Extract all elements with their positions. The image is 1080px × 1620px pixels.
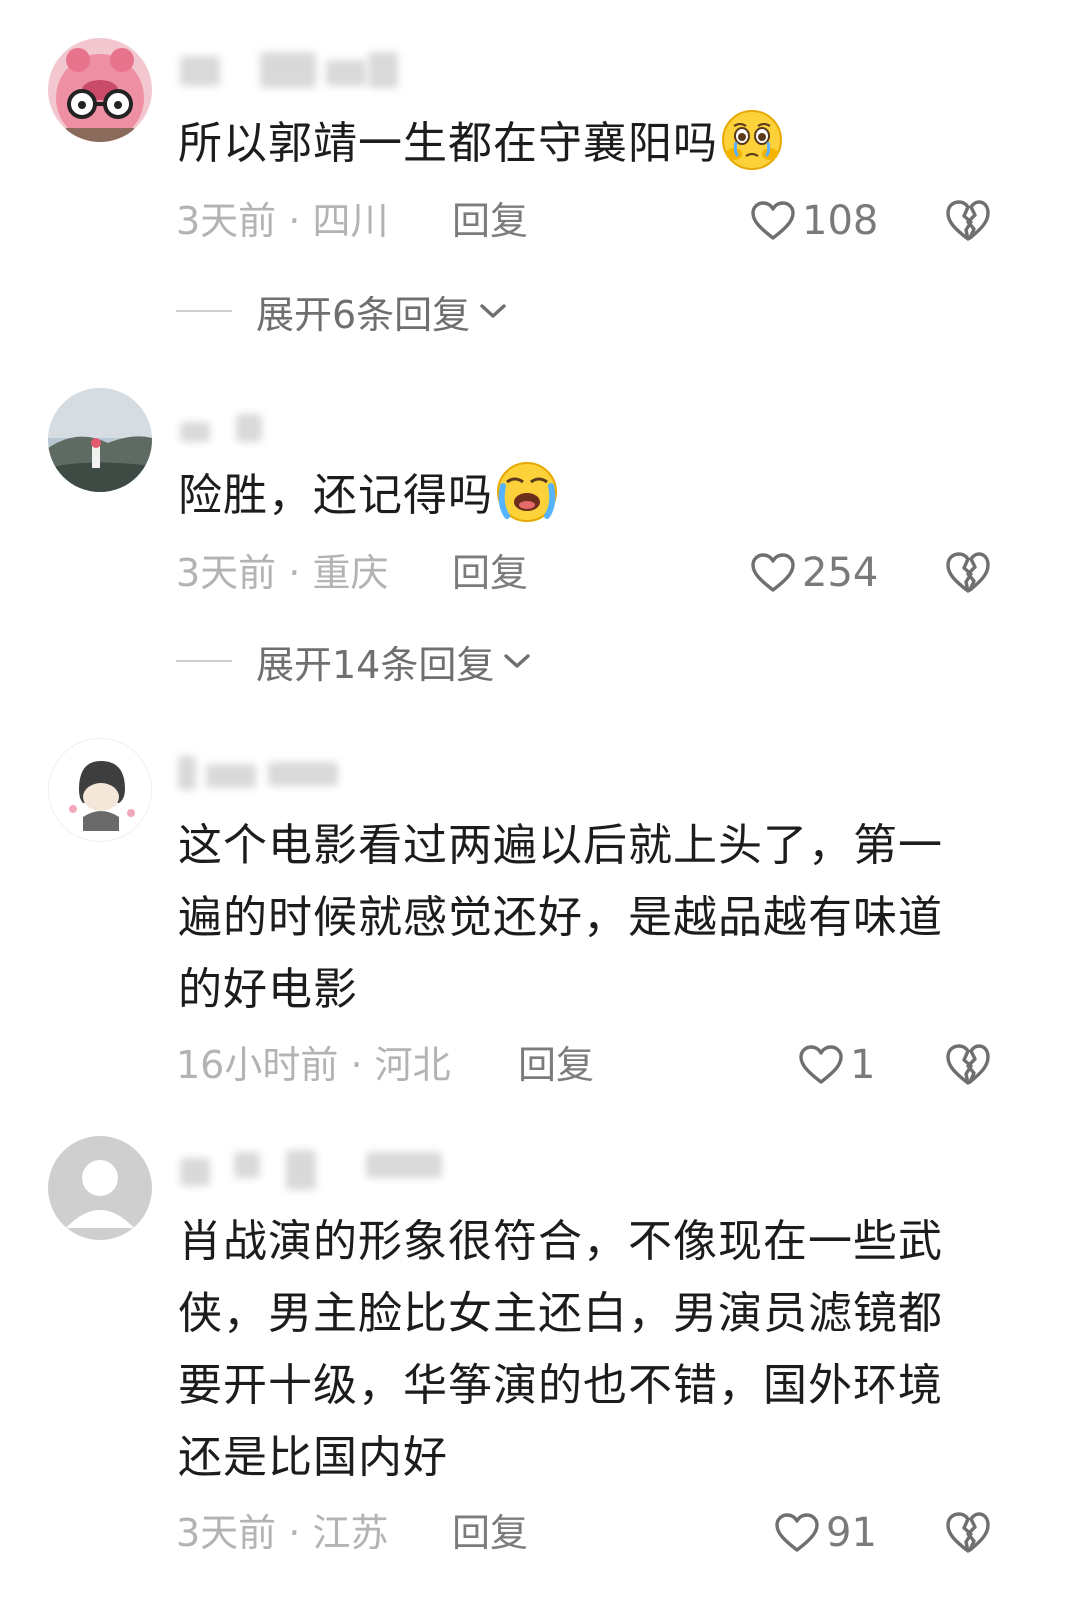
pleading-crying-face-emoji (722, 110, 782, 170)
avatar[interactable] (48, 38, 152, 142)
broken-heart-icon (946, 552, 990, 593)
comment-meta: 3天前 · 四川 (176, 196, 388, 246)
comment-meta: 3天前 · 江苏 (176, 1508, 388, 1558)
broken-heart-icon (946, 1044, 990, 1085)
comment-text-content: 肖战演的形象很符合，不像现在一些武侠，男主脸比女主还白，男演员滤镜都要开十级，华… (178, 1216, 943, 1483)
comment-location: 四川 (312, 199, 389, 243)
comment-location: 江苏 (312, 1511, 389, 1555)
comment-time: 3天前 (176, 551, 277, 595)
like-count: 1 (850, 1042, 876, 1088)
comment-text-content: 所以郭靖一生都在守襄阳吗 (178, 118, 718, 169)
meta-separator: · (288, 551, 301, 595)
comment-text-content: 险胜，还记得吗 (178, 470, 493, 521)
divider-line (176, 660, 232, 662)
username-redacted[interactable] (176, 752, 346, 792)
broken-heart-icon (946, 200, 990, 241)
meta-separator: · (350, 1043, 363, 1087)
like-button[interactable]: 91 (774, 1508, 877, 1558)
like-button[interactable]: 254 (750, 548, 878, 598)
username-redacted[interactable] (176, 402, 276, 442)
like-count: 108 (802, 198, 879, 244)
meta-separator: · (288, 199, 301, 243)
comment-time: 16小时前 (176, 1043, 339, 1087)
dislike-button[interactable] (944, 1510, 992, 1558)
comment-text: 险胜，还记得吗 (178, 460, 978, 532)
avatar[interactable] (48, 388, 152, 492)
dislike-button[interactable] (944, 198, 992, 246)
comment-time: 3天前 (176, 1511, 277, 1555)
avatar[interactable] (48, 738, 152, 842)
comment-time: 3天前 (176, 199, 277, 243)
divider-line (176, 310, 232, 312)
like-count: 91 (826, 1510, 877, 1556)
comment-text: 肖战演的形象很符合，不像现在一些武侠，男主脸比女主还白，男演员滤镜都要开十级，华… (178, 1206, 978, 1494)
reply-button[interactable]: 回复 (452, 1508, 528, 1558)
chevron-down-icon (480, 304, 506, 318)
expand-replies[interactable]: 展开6条回复 (176, 286, 508, 337)
comment-text-content: 这个电影看过两遍以后就上头了，第一遍的时候就感觉还好，是越品越有味道的好电影 (178, 820, 943, 1015)
heart-icon (751, 201, 795, 240)
like-button[interactable]: 1 (798, 1040, 875, 1090)
expand-replies-label: 展开6条回复 (256, 292, 471, 337)
comment-text: 这个电影看过两遍以后就上头了，第一遍的时候就感觉还好，是越品越有味道的好电影 (178, 810, 978, 1026)
broken-heart-icon (946, 1512, 990, 1553)
username-redacted[interactable] (176, 50, 406, 90)
expand-replies[interactable]: 展开14条回复 (176, 636, 532, 687)
like-count: 254 (802, 550, 879, 596)
reply-button[interactable]: 回复 (452, 548, 528, 598)
reply-button[interactable]: 回复 (452, 196, 528, 246)
comment-location: 重庆 (312, 551, 389, 595)
heart-icon (799, 1045, 843, 1084)
avatar-image (48, 388, 152, 492)
comment-location: 河北 (374, 1043, 451, 1087)
comment-text: 所以郭靖一生都在守襄阳吗 (178, 108, 978, 180)
avatar-image (49, 739, 151, 841)
comment-meta: 16小时前 · 河北 (176, 1040, 451, 1090)
dislike-button[interactable] (944, 1042, 992, 1090)
avatar-image (48, 38, 152, 142)
like-button[interactable]: 108 (750, 196, 878, 246)
username-redacted[interactable] (176, 1148, 446, 1190)
meta-separator: · (288, 1511, 301, 1555)
default-avatar-icon (48, 1136, 152, 1240)
heart-icon (775, 1513, 819, 1552)
chevron-down-icon (504, 654, 531, 668)
reply-button[interactable]: 回复 (518, 1040, 594, 1090)
loudly-crying-face-emoji (497, 462, 557, 522)
avatar[interactable] (48, 1136, 152, 1240)
expand-replies-label: 展开14条回复 (256, 642, 495, 687)
comment-meta: 3天前 · 重庆 (176, 548, 388, 598)
heart-icon (751, 553, 795, 592)
dislike-button[interactable] (944, 550, 992, 598)
